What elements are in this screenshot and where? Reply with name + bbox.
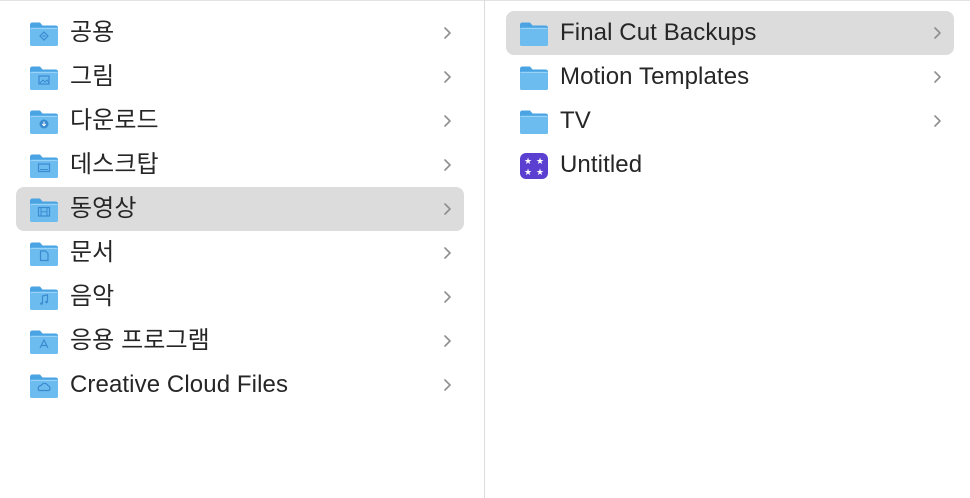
svg-text:★: ★: [536, 168, 544, 178]
column-item-label: 그림: [70, 63, 115, 90]
movies-folder-icon: [29, 198, 59, 223]
chevron-right-icon: [934, 115, 941, 127]
folder-icon: [519, 110, 549, 135]
finder-column-left: 공용 그림 다운로드 데스크탑 동영상 문서 음악 응용 프로그램 Creati: [0, 1, 484, 498]
column-item-documents[interactable]: 문서: [16, 231, 464, 275]
imovie-library-icon: ★ ★ ★ ★: [520, 153, 548, 179]
creative-cloud-folder-icon: [29, 374, 59, 399]
column-item-motion-templates[interactable]: Motion Templates: [506, 55, 954, 99]
chevron-right-icon: [444, 379, 451, 391]
desktop-folder-icon: [29, 154, 59, 179]
column-item-untitled[interactable]: ★ ★ ★ ★ Untitled: [506, 143, 954, 187]
column-item-desktop[interactable]: 데스크탑: [16, 143, 464, 187]
column-item-public[interactable]: 공용: [16, 11, 464, 55]
column-item-label: 문서: [70, 239, 115, 266]
column-item-tv[interactable]: TV: [506, 99, 954, 143]
chevron-right-icon: [444, 203, 451, 215]
chevron-right-icon: [444, 115, 451, 127]
chevron-right-icon: [444, 291, 451, 303]
svg-text:★: ★: [524, 157, 532, 167]
chevron-right-icon: [444, 27, 451, 39]
chevron-right-icon: [934, 71, 941, 83]
column-item-label: Motion Templates: [560, 63, 750, 90]
svg-text:★: ★: [524, 168, 532, 178]
public-folder-icon: [29, 22, 59, 47]
finder-column-right: Final Cut Backups Motion Templates TV ★ …: [485, 1, 970, 498]
column-item-music[interactable]: 음악: [16, 275, 464, 319]
svg-text:★: ★: [536, 157, 544, 167]
chevron-right-icon: [444, 159, 451, 171]
column-item-label: 음악: [70, 283, 115, 310]
chevron-right-icon: [444, 247, 451, 259]
column-item-creative-cloud-files[interactable]: Creative Cloud Files: [16, 363, 464, 407]
column-item-final-cut-backups[interactable]: Final Cut Backups: [506, 11, 954, 55]
column-item-label: Untitled: [560, 151, 643, 178]
column-item-label: 동영상: [70, 195, 137, 222]
column-item-label: Final Cut Backups: [560, 19, 757, 46]
column-item-label: TV: [560, 107, 591, 134]
downloads-folder-icon: [29, 110, 59, 135]
column-item-pictures[interactable]: 그림: [16, 55, 464, 99]
music-folder-icon: [29, 286, 59, 311]
column-item-applications[interactable]: 응용 프로그램: [16, 319, 464, 363]
column-item-movies[interactable]: 동영상: [16, 187, 464, 231]
chevron-right-icon: [444, 335, 451, 347]
column-item-label: Creative Cloud Files: [70, 371, 289, 398]
documents-folder-icon: [29, 242, 59, 267]
chevron-right-icon: [444, 71, 451, 83]
folder-icon: [519, 66, 549, 91]
pictures-folder-icon: [29, 66, 59, 91]
column-item-downloads[interactable]: 다운로드: [16, 99, 464, 143]
chevron-right-icon: [934, 27, 941, 39]
column-item-label: 데스크탑: [70, 151, 159, 178]
applications-folder-icon: [29, 330, 59, 355]
column-item-label: 공용: [70, 19, 115, 46]
column-item-label: 응용 프로그램: [70, 327, 210, 354]
column-item-label: 다운로드: [70, 107, 159, 134]
folder-icon: [519, 22, 549, 47]
